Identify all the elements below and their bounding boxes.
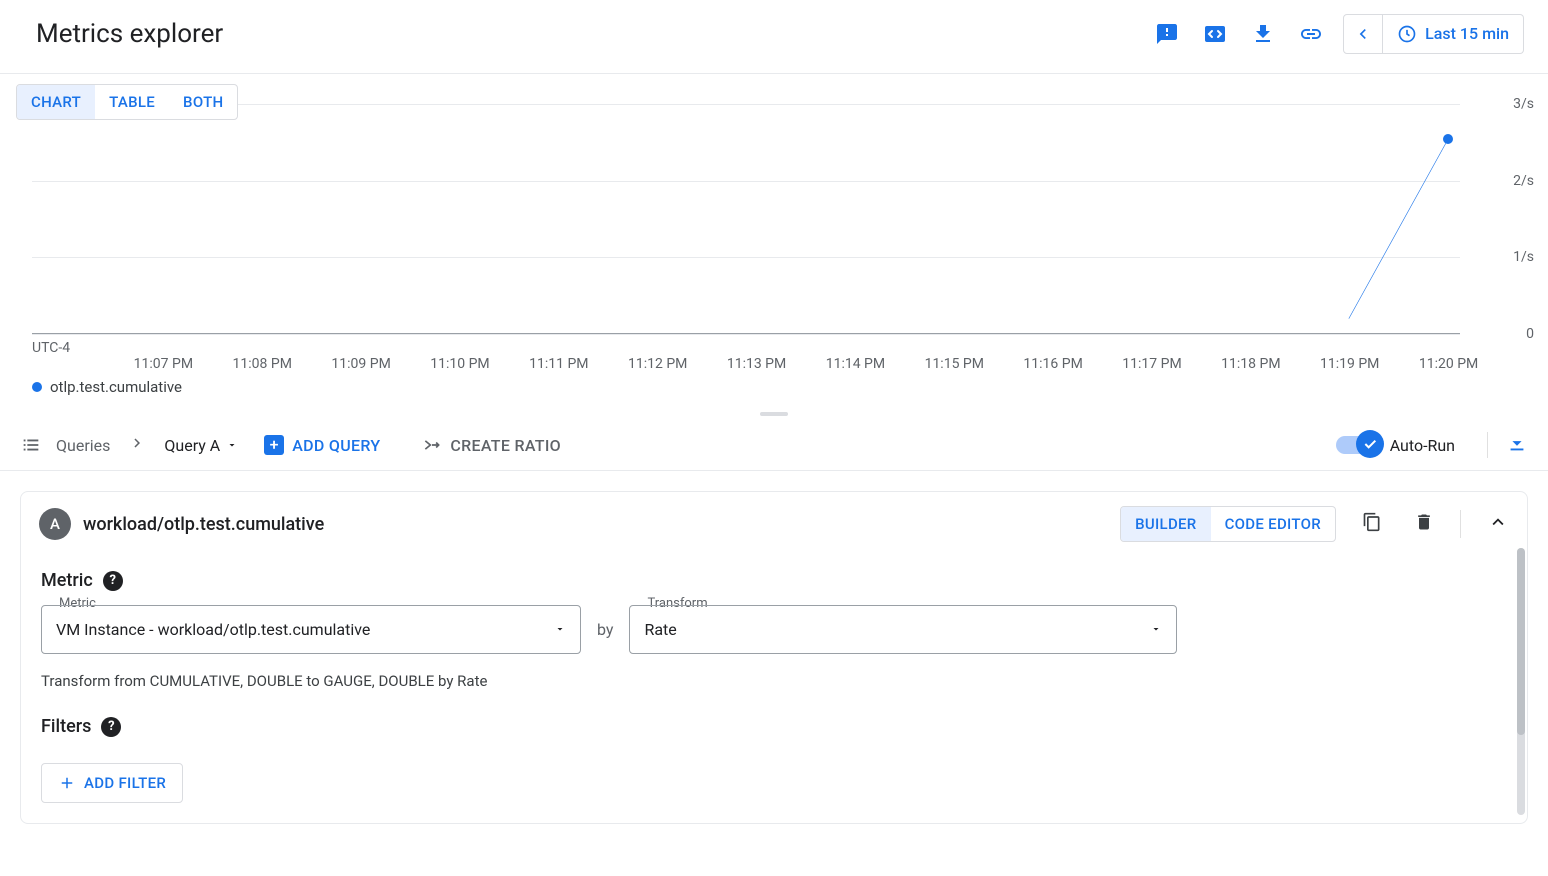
page-title: Metrics explorer — [36, 19, 223, 49]
add-filter-button[interactable]: ADD FILTER — [41, 763, 183, 803]
metric-select[interactable]: VM Instance - workload/otlp.test.cumulat… — [41, 605, 581, 654]
time-range-label: Last 15 min — [1425, 24, 1509, 43]
query-title: workload/otlp.test.cumulative — [83, 514, 324, 535]
expand-all-button[interactable] — [1487, 432, 1528, 458]
filters-section-label: Filters ? — [41, 716, 1507, 737]
auto-run-label: Auto-Run — [1390, 436, 1455, 455]
download-icon[interactable] — [1239, 14, 1287, 54]
x-tick-label: 11:10 PM — [430, 356, 489, 372]
metric-select-value: VM Instance - workload/otlp.test.cumulat… — [56, 620, 370, 639]
editor-mode-tabs: BUILDER CODE EDITOR — [1120, 506, 1336, 542]
caret-down-icon — [1150, 620, 1162, 639]
x-tick-label: 11:16 PM — [1023, 356, 1082, 372]
y-tick-label: 3/s — [1513, 96, 1534, 112]
nav-back-button[interactable] — [1343, 14, 1383, 54]
x-tick-label: 11:08 PM — [233, 356, 292, 372]
queries-list-icon[interactable] — [20, 434, 42, 456]
x-axis — [32, 333, 1460, 334]
time-range-button[interactable]: Last 15 min — [1383, 14, 1524, 54]
legend-dot-icon — [32, 382, 42, 392]
y-tick-label: 1/s — [1513, 249, 1534, 265]
add-query-label: ADD QUERY — [292, 436, 380, 455]
add-filter-label: ADD FILTER — [84, 774, 166, 792]
x-tick-label: 11:11 PM — [529, 356, 588, 372]
view-tabs: CHART TABLE BOTH — [16, 84, 238, 120]
metric-section-label: Metric ? — [41, 570, 1507, 591]
x-tick-label: 11:09 PM — [331, 356, 390, 372]
create-ratio-label: CREATE RATIO — [450, 436, 561, 455]
link-icon[interactable] — [1287, 14, 1335, 54]
y-tick-label: 0 — [1526, 326, 1534, 342]
transform-select[interactable]: Rate — [629, 605, 1177, 654]
x-tick-label: 11:12 PM — [628, 356, 687, 372]
auto-run-toggle[interactable] — [1336, 436, 1380, 454]
create-ratio-button[interactable]: CREATE RATIO — [422, 435, 561, 455]
timezone-label: UTC-4 — [32, 340, 70, 356]
data-point-dot — [1443, 134, 1453, 144]
x-tick-label: 11:17 PM — [1122, 356, 1181, 372]
header-actions: Last 15 min — [1143, 14, 1524, 54]
y-tick-label: 2/s — [1513, 173, 1534, 189]
x-tick-label: 11:13 PM — [727, 356, 786, 372]
delete-icon[interactable] — [1408, 506, 1440, 542]
by-label: by — [597, 620, 613, 639]
x-tick-label: 11:20 PM — [1419, 356, 1478, 372]
add-query-button[interactable]: + ADD QUERY — [264, 435, 380, 455]
chart-legend: otlp.test.cumulative — [16, 374, 1548, 408]
x-tick-label: 11:15 PM — [925, 356, 984, 372]
chart-area: 3/s 2/s 1/s 0 11:07 PM 11:08 PM 11:09 PM 11:10… — [16, 84, 1548, 374]
tab-table[interactable]: TABLE — [95, 85, 169, 119]
collapse-icon[interactable] — [1487, 511, 1509, 537]
transform-select-value: Rate — [644, 620, 676, 639]
scrollbar[interactable] — [1517, 548, 1525, 815]
check-icon — [1356, 430, 1384, 458]
copy-icon[interactable] — [1356, 506, 1388, 542]
transform-description: Transform from CUMULATIVE, DOUBLE to GAU… — [41, 672, 1507, 690]
query-badge: A — [39, 508, 71, 540]
feedback-icon[interactable] — [1143, 14, 1191, 54]
caret-down-icon — [554, 620, 566, 639]
x-tick-label: 11:14 PM — [826, 356, 885, 372]
queries-label: Queries — [56, 436, 110, 455]
selected-query-label: Query A — [164, 436, 220, 455]
chevron-right-icon — [124, 434, 150, 456]
code-icon[interactable] — [1191, 14, 1239, 54]
tab-code-editor[interactable]: CODE EDITOR — [1211, 507, 1335, 541]
query-card: A workload/otlp.test.cumulative BUILDER … — [20, 491, 1528, 824]
x-tick-label: 11:07 PM — [134, 356, 193, 372]
tab-builder[interactable]: BUILDER — [1121, 507, 1210, 541]
help-icon[interactable]: ? — [101, 717, 121, 737]
x-tick-label: 11:18 PM — [1221, 356, 1280, 372]
plus-icon — [58, 774, 76, 792]
merge-icon — [422, 435, 442, 455]
query-selector[interactable]: Query A — [164, 436, 238, 455]
tab-both[interactable]: BOTH — [169, 85, 237, 119]
x-tick-label: 11:19 PM — [1320, 356, 1379, 372]
help-icon[interactable]: ? — [103, 571, 123, 591]
resize-handle[interactable] — [0, 408, 1548, 420]
auto-run-toggle-group: Auto-Run — [1336, 436, 1455, 455]
plus-icon: + — [264, 435, 284, 455]
caret-down-icon — [226, 439, 238, 451]
legend-series-label: otlp.test.cumulative — [50, 378, 182, 396]
tab-chart[interactable]: CHART — [17, 85, 95, 119]
